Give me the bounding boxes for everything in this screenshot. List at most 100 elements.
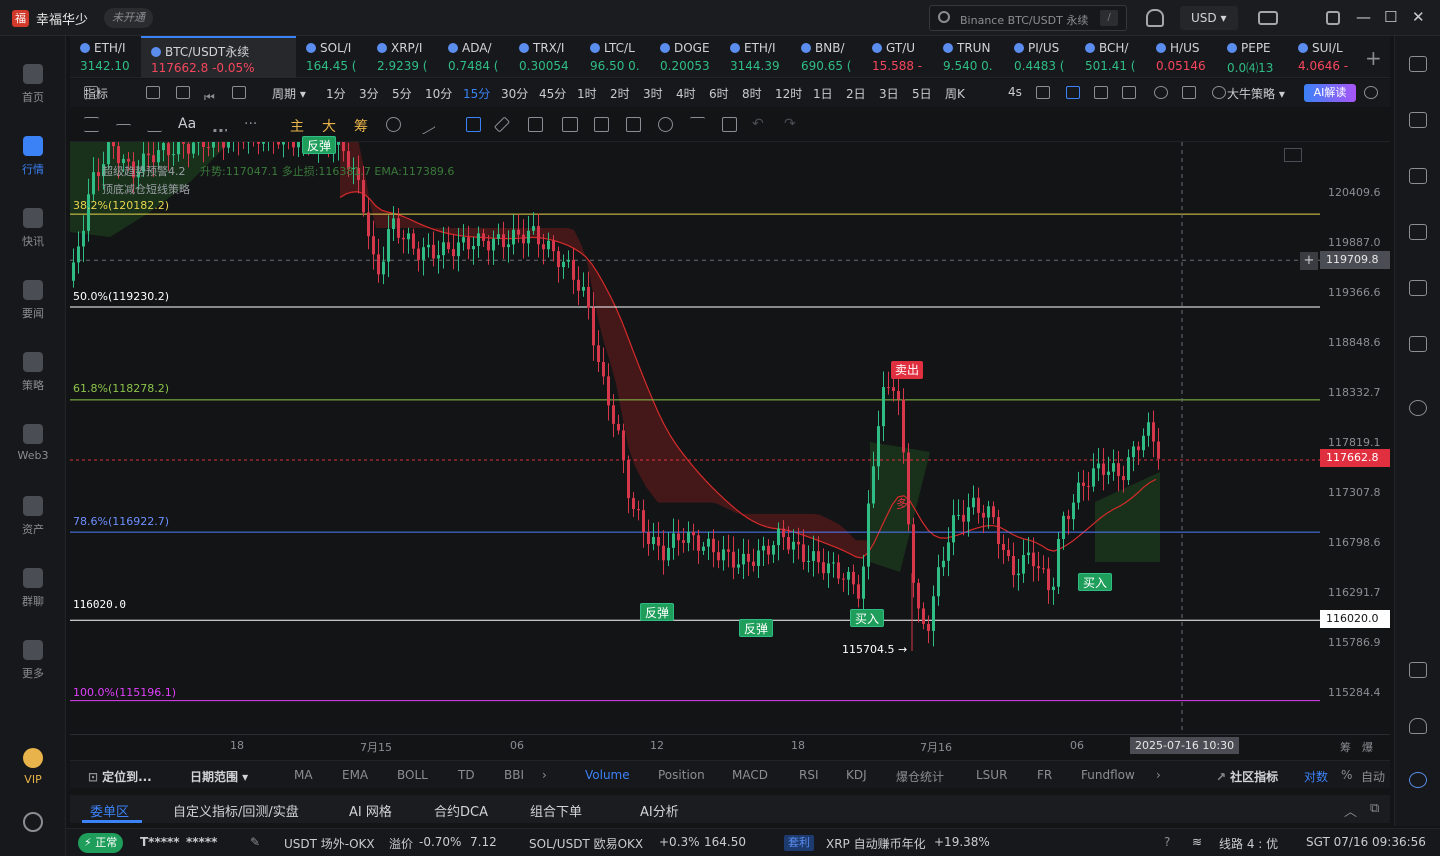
- rebound-signal[interactable]: 反弹: [739, 619, 774, 637]
- trend-icon[interactable]: [1409, 224, 1427, 240]
- vip-status-badge[interactable]: 未开通: [104, 8, 153, 28]
- popout-icon[interactable]: [1326, 11, 1340, 25]
- search-input[interactable]: Binance BTC/USDT 永续 /: [929, 5, 1127, 31]
- tab-fr[interactable]: FR: [1037, 768, 1052, 782]
- username[interactable]: 幸福华少: [36, 9, 88, 28]
- tab-liquidation[interactable]: 爆仓统计: [896, 768, 944, 785]
- ticker-tab[interactable]: TRX/I 0.30054: [509, 36, 580, 78]
- bars-icon[interactable]: [562, 117, 578, 132]
- tab-kdj[interactable]: KDJ: [846, 768, 867, 782]
- tab-volume[interactable]: Volume: [585, 768, 630, 782]
- sidebar-item-headlines[interactable]: 要闻: [0, 280, 66, 336]
- chips-tool[interactable]: 筹: [354, 116, 368, 136]
- tab-combo-order[interactable]: 组合下单: [530, 801, 582, 820]
- interval-5[interactable]: 30分: [501, 85, 528, 102]
- sidebar-item-chat[interactable]: 群聊: [0, 568, 66, 624]
- more-tools-icon[interactable]: ···: [244, 116, 257, 132]
- interval-14[interactable]: 1日: [813, 85, 833, 102]
- xrp-earn-label[interactable]: XRP 自动赚币年化: [826, 835, 926, 852]
- interval-16[interactable]: 3日: [879, 85, 899, 102]
- pen-icon[interactable]: [1066, 86, 1080, 99]
- note-icon[interactable]: [1094, 86, 1108, 99]
- locate-button[interactable]: ⊡ 定位到...: [88, 768, 152, 785]
- interval-1[interactable]: 3分: [359, 85, 379, 102]
- ticker-tab[interactable]: TRUN 9.540 0.: [933, 36, 1004, 78]
- card-icon[interactable]: [1409, 336, 1427, 352]
- share-icon[interactable]: [1364, 86, 1378, 99]
- interval-6[interactable]: 45分: [539, 85, 566, 102]
- sidebar-settings[interactable]: [0, 812, 66, 856]
- lock-icon[interactable]: [594, 117, 609, 132]
- text-tool[interactable]: Aa: [178, 116, 196, 132]
- chips-toggle[interactable]: 筹: [1340, 739, 1351, 755]
- date-range-select[interactable]: 日期范围 ▾: [190, 768, 248, 785]
- layout-icon[interactable]: [176, 86, 190, 99]
- tab-ma[interactable]: MA: [294, 768, 313, 782]
- usdt-otc-label[interactable]: USDT 场外-OKX: [284, 835, 375, 852]
- buy-signal[interactable]: 买入: [1078, 573, 1113, 591]
- sidebar-item-news[interactable]: 快讯: [0, 208, 66, 264]
- replay-icon[interactable]: ⏮: [204, 86, 218, 104]
- auto-toggle[interactable]: 自动: [1361, 768, 1385, 785]
- minimize-button[interactable]: —: [1356, 8, 1371, 26]
- ticker-tab[interactable]: BTC/USDT永续 117662.8 -0.05%: [141, 36, 296, 78]
- sidebar-item-strategy[interactable]: 策略: [0, 352, 66, 408]
- ticker-tab[interactable]: PI/US 0.4483 (: [1004, 36, 1075, 78]
- cloud-icon[interactable]: [1212, 86, 1226, 99]
- period-select[interactable]: 周期 ▾: [272, 85, 306, 102]
- tab-contract-dca[interactable]: 合约DCA: [434, 801, 488, 820]
- interval-4[interactable]: 15分: [463, 85, 490, 102]
- mail-icon[interactable]: [1258, 11, 1278, 25]
- tab-rsi[interactable]: RSI: [799, 768, 819, 782]
- sol-ticker-label[interactable]: SOL/USDT 欧易OKX: [529, 835, 643, 852]
- document-icon[interactable]: [1409, 112, 1427, 128]
- ai-interpret-button[interactable]: AI解读: [1304, 84, 1356, 102]
- calendar-icon[interactable]: [146, 86, 160, 99]
- liquidation-toggle[interactable]: 爆: [1362, 739, 1373, 755]
- popout-panel-icon[interactable]: ⧉: [1370, 801, 1379, 816]
- ticker-tab[interactable]: H/US 0.05146: [1146, 36, 1217, 78]
- tab-boll[interactable]: BOLL: [397, 768, 428, 782]
- log-scale-toggle[interactable]: 对数: [1304, 768, 1328, 785]
- interval-9[interactable]: 3时: [643, 85, 663, 102]
- tab-fundflow[interactable]: Fundflow: [1081, 768, 1135, 782]
- tab-macd[interactable]: MACD: [732, 768, 768, 782]
- collapse-icon[interactable]: ︿: [1344, 801, 1357, 820]
- strategy-select[interactable]: 大牛策略 ▾: [1227, 85, 1285, 102]
- indicator-icon[interactable]: [84, 86, 98, 99]
- big-tool[interactable]: 大: [322, 116, 336, 136]
- rebound-signal[interactable]: 反弹: [640, 603, 675, 621]
- menu-icon[interactable]: [84, 117, 99, 132]
- ticker-tab[interactable]: XRP/I 2.9239 (: [367, 36, 438, 78]
- undo-icon[interactable]: ↶: [752, 116, 764, 132]
- community-indicator-button[interactable]: ↗ 社区指标: [1216, 768, 1278, 785]
- buy-signal[interactable]: 买入: [850, 609, 885, 627]
- ticker-tab[interactable]: LTC/L 96.50 0.: [580, 36, 650, 78]
- interval-13[interactable]: 12时: [775, 85, 802, 102]
- ticker-tab[interactable]: BCH/501.41 (: [1075, 36, 1146, 78]
- filter-icon[interactable]: [690, 117, 705, 132]
- maximize-button[interactable]: ☐: [1384, 8, 1397, 26]
- highlighter-icon[interactable]: [528, 117, 543, 132]
- tab-ai-grid[interactable]: AI 网格: [349, 801, 392, 820]
- chart-expand-icon[interactable]: [1284, 148, 1302, 162]
- chevron-right-icon[interactable]: ›: [1156, 768, 1161, 782]
- tab-ema[interactable]: EMA: [342, 768, 368, 782]
- ticker-tab[interactable]: BNB/690.65 (: [791, 36, 862, 78]
- tab-lsur[interactable]: LSUR: [976, 768, 1007, 782]
- sidebar-item-assets[interactable]: 资产: [0, 496, 66, 552]
- assistant-icon[interactable]: [1409, 772, 1427, 788]
- dollar-icon[interactable]: [1409, 168, 1427, 184]
- ray-line-icon[interactable]: [147, 117, 162, 132]
- interval-8[interactable]: 2时: [610, 85, 630, 102]
- interval-18[interactable]: 周K: [945, 85, 965, 102]
- ticker-tab[interactable]: GT/U 15.588 -: [862, 36, 933, 78]
- add-alert-icon[interactable]: +: [1300, 252, 1318, 270]
- ticker-tab[interactable]: ADA/0.7484 (: [438, 36, 509, 78]
- sell-signal[interactable]: 卖出: [891, 361, 924, 379]
- interval-12[interactable]: 8时: [742, 85, 762, 102]
- tab-td[interactable]: TD: [458, 768, 475, 782]
- settings-icon[interactable]: [1154, 86, 1168, 99]
- trash-icon[interactable]: [722, 117, 737, 132]
- chart-canvas[interactable]: [70, 142, 1390, 734]
